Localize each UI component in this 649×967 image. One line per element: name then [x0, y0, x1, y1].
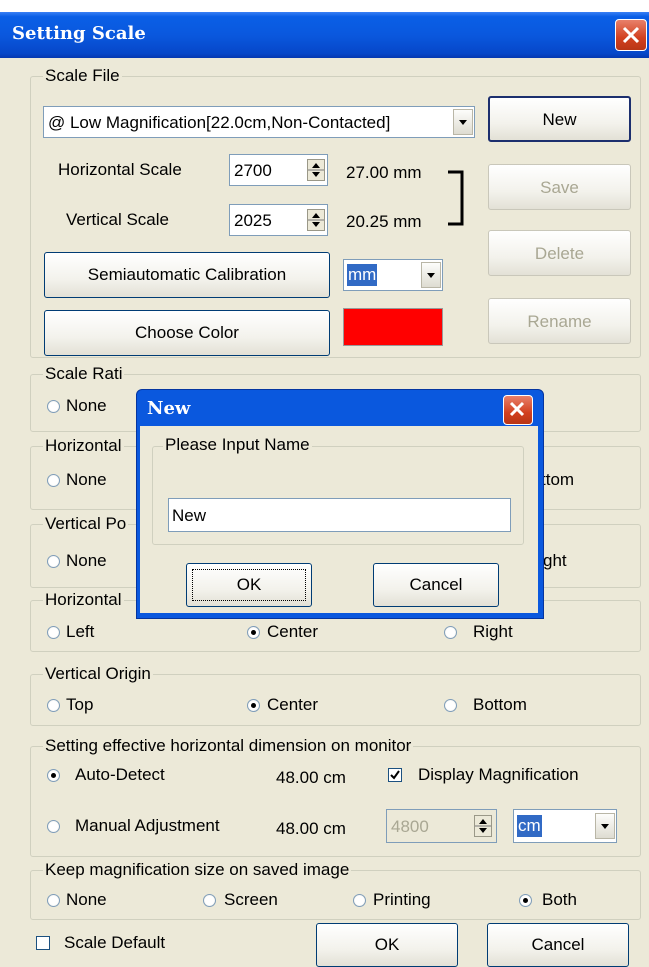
- horizontal-position-legend: Horizontal: [43, 436, 124, 456]
- monitor-dimension-legend: Setting effective horizontal dimension o…: [43, 736, 414, 756]
- horizontal-scale-mm: 27.00 mm: [346, 163, 422, 182]
- delete-button[interactable]: Delete: [488, 230, 631, 276]
- keep-printing-label: Printing: [373, 890, 431, 909]
- horizontal-origin-right-label: Right: [473, 622, 513, 641]
- scale-file-value: @ Low Magnification[22.0cm,Non-Contacted…: [48, 113, 391, 132]
- chevron-down-icon[interactable]: [595, 813, 615, 839]
- horizontal-position-bottom-label: ttom: [541, 470, 575, 489]
- new-dialog-body: Please Input Name New OK Cancel: [140, 426, 538, 613]
- focus-rectangle: [192, 569, 306, 601]
- vertical-origin-center-radio[interactable]: [247, 699, 260, 712]
- keep-printing-radio[interactable]: [353, 894, 366, 907]
- semiautomatic-calibration-button[interactable]: Semiautomatic Calibration: [44, 252, 330, 298]
- vertical-scale-mm: 20.25 mm: [346, 212, 422, 231]
- keep-screen-radio[interactable]: [203, 894, 216, 907]
- vertical-origin-top-label: Top: [66, 695, 94, 714]
- auto-detect-radio[interactable]: [47, 769, 60, 782]
- checkmark-icon: [390, 770, 400, 780]
- horizontal-scale-spinner[interactable]: [307, 159, 325, 181]
- scale-ratio-none-radio[interactable]: [47, 400, 60, 413]
- vertical-origin-top-radio[interactable]: [47, 699, 60, 712]
- close-icon: [509, 401, 525, 417]
- vertical-position-none-radio[interactable]: [47, 555, 60, 568]
- scale-file-legend: Scale File: [43, 66, 122, 86]
- keep-screen-label: Screen: [224, 890, 278, 909]
- ok-button[interactable]: OK: [316, 923, 458, 967]
- close-button[interactable]: [615, 19, 647, 51]
- name-input[interactable]: New: [168, 498, 511, 532]
- horizontal-origin-center-radio[interactable]: [247, 626, 260, 639]
- keep-none-label: None: [66, 890, 107, 909]
- horizontal-origin-legend: Horizontal: [43, 590, 124, 610]
- color-swatch[interactable]: [343, 308, 443, 346]
- cancel-button[interactable]: Cancel: [487, 923, 629, 967]
- new-dialog-close-button[interactable]: [503, 395, 533, 425]
- vertical-origin-bottom-label: Bottom: [473, 695, 527, 714]
- auto-detect-value: 48.00 cm: [276, 768, 346, 787]
- manual-adjustment-label: Manual Adjustment: [75, 816, 220, 835]
- manual-adjustment-spinner[interactable]: [474, 815, 492, 837]
- horizontal-scale-field[interactable]: 2700: [229, 154, 328, 186]
- window-title: Setting Scale: [12, 23, 146, 44]
- input-name-legend: Please Input Name: [163, 435, 312, 455]
- manual-adjustment-radio[interactable]: [47, 820, 60, 833]
- new-dialog-title: New: [147, 398, 191, 419]
- scale-link-bracket: [448, 170, 464, 226]
- manual-adjustment-field[interactable]: 4800: [386, 809, 497, 843]
- horizontal-position-none-label: None: [66, 470, 107, 489]
- monitor-unit-select[interactable]: cm: [513, 809, 617, 843]
- vertical-origin-legend: Vertical Origin: [43, 664, 153, 684]
- setting-scale-window: Setting Scale Scale File @ Low Magnifica…: [0, 12, 649, 967]
- auto-detect-label: Auto-Detect: [75, 765, 165, 784]
- save-button[interactable]: Save: [488, 164, 631, 210]
- unit-select[interactable]: mm: [343, 259, 443, 291]
- close-icon: [622, 26, 640, 44]
- chevron-down-icon[interactable]: [421, 262, 441, 288]
- horizontal-origin-left-radio[interactable]: [47, 626, 60, 639]
- horizontal-scale-label: Horizontal Scale: [58, 160, 182, 179]
- chevron-down-icon[interactable]: [453, 109, 473, 135]
- manual-adjustment-value: 48.00 cm: [276, 819, 346, 838]
- vertical-position-legend: Vertical Po: [43, 514, 129, 534]
- vertical-scale-label: Vertical Scale: [66, 210, 169, 229]
- horizontal-origin-right-radio[interactable]: [444, 626, 457, 639]
- title-bar: Setting Scale: [0, 12, 649, 58]
- vertical-origin-group: Vertical Origin: [30, 664, 641, 726]
- new-dialog-ok-button[interactable]: OK: [186, 563, 312, 607]
- rename-button[interactable]: Rename: [488, 298, 631, 344]
- new-button[interactable]: New: [488, 96, 631, 142]
- keep-magnification-legend: Keep magnification size on saved image: [43, 860, 352, 880]
- new-name-dialog: New Please Input Name New OK Cancel: [136, 389, 544, 619]
- display-magnification-checkbox[interactable]: [388, 768, 402, 782]
- scale-ratio-none-label: None: [66, 396, 107, 415]
- choose-color-button[interactable]: Choose Color: [44, 310, 330, 356]
- keep-both-radio[interactable]: [519, 894, 532, 907]
- vertical-scale-field[interactable]: 2025: [229, 204, 328, 236]
- scale-ratio-legend: Scale Rati: [43, 364, 125, 384]
- new-dialog-cancel-button[interactable]: Cancel: [373, 563, 499, 607]
- scale-default-label: Scale Default: [64, 933, 166, 952]
- vertical-origin-center-label: Center: [267, 695, 319, 714]
- vertical-position-right-label: ght: [543, 551, 567, 570]
- keep-both-label: Both: [542, 890, 577, 909]
- vertical-position-none-label: None: [66, 551, 107, 570]
- scale-file-select[interactable]: @ Low Magnification[22.0cm,Non-Contacted…: [43, 106, 475, 138]
- horizontal-position-none-radio[interactable]: [47, 474, 60, 487]
- display-magnification-label: Display Magnification: [418, 765, 579, 784]
- vertical-origin-bottom-radio[interactable]: [444, 699, 457, 712]
- vertical-scale-spinner[interactable]: [307, 209, 325, 231]
- horizontal-origin-center-label: Center: [267, 622, 319, 641]
- scale-default-checkbox[interactable]: [36, 936, 50, 950]
- horizontal-origin-left-label: Left: [66, 622, 95, 641]
- keep-none-radio[interactable]: [47, 894, 60, 907]
